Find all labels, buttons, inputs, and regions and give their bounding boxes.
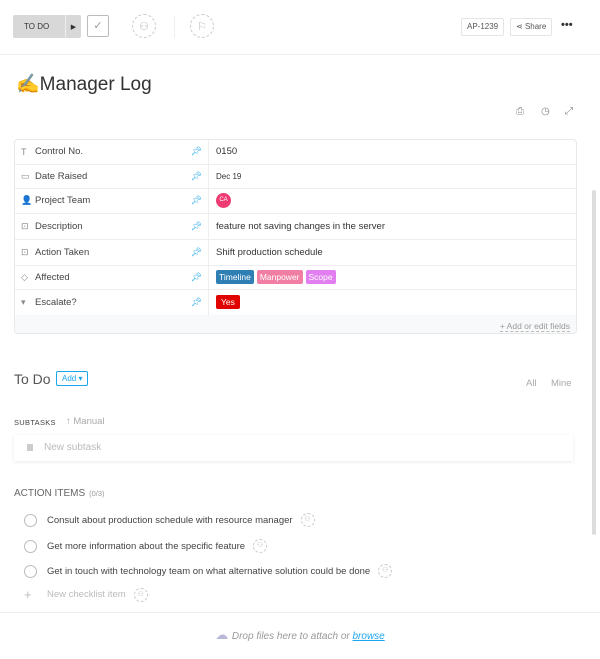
pin-icon[interactable]: 📌︎	[191, 272, 202, 283]
item-text[interactable]: Get in touch with technology team on wha…	[47, 566, 370, 577]
text-area-icon: ⊡	[21, 220, 29, 231]
subtasks-heading: SUBTASKS	[14, 418, 56, 427]
tag-manpower[interactable]: Manpower	[256, 270, 303, 285]
field-label: Action Taken	[35, 246, 90, 258]
tag-scope[interactable]: Scope	[305, 270, 336, 285]
escalate-yes-badge[interactable]: Yes	[216, 295, 240, 310]
field-row-project-team[interactable]: 👤 Project Team 📌︎ CA	[15, 189, 576, 214]
tag-timeline[interactable]: Timeline	[216, 270, 254, 285]
item-text[interactable]: Get more information about the specific …	[47, 541, 245, 552]
complete-checkbox[interactable]: ✓	[87, 15, 109, 37]
status-button[interactable]: TO DO ▶	[13, 15, 81, 38]
avatar[interactable]: CA	[216, 193, 231, 209]
item-text[interactable]: Consult about production schedule with r…	[47, 515, 293, 526]
assign-icon[interactable]: ⚇	[133, 587, 148, 602]
more-options-icon[interactable]: •••	[561, 19, 573, 31]
field-label: Control No.	[35, 146, 84, 158]
action-items-heading: ACTION ITEMS (0/3)	[14, 488, 105, 499]
checklist-item[interactable]: Get more information about the specific …	[24, 539, 268, 553]
field-row-escalate[interactable]: ▾ Escalate? 📌︎ Yes	[15, 290, 576, 315]
pin-icon[interactable]: 📌︎	[191, 195, 202, 206]
field-row-description[interactable]: ⊡ Description 📌︎ feature not saving changes…	[15, 213, 576, 240]
share-button[interactable]: ⋖ Share	[510, 18, 553, 36]
field-row-affected[interactable]: ◇ Affected 📌︎ Timeline Manpower Scope	[15, 265, 576, 290]
share-label: Share	[524, 22, 547, 31]
field-row-control-no[interactable]: T Control No. 📌︎ 0150	[15, 140, 576, 165]
page-title[interactable]: ✍️Manager Log	[16, 72, 152, 96]
checklist-radio[interactable]	[24, 513, 37, 527]
custom-fields-table: T Control No. 📌︎ 0150 ▭ Date Raised 📌︎ Dec 19 …	[14, 139, 577, 334]
new-subtask-input[interactable]: New subtask	[14, 435, 573, 461]
pin-icon[interactable]: 📌︎	[191, 247, 202, 258]
filter-all[interactable]: All	[526, 378, 537, 389]
field-value[interactable]: Shift production schedule	[209, 247, 323, 258]
text-field-icon: T	[21, 146, 27, 157]
new-item-input[interactable]: New checklist item	[47, 589, 126, 600]
scrollbar[interactable]	[592, 190, 596, 535]
field-value[interactable]: Dec 19	[209, 172, 241, 181]
status-label: TO DO	[24, 22, 50, 31]
checklist-radio[interactable]	[24, 564, 37, 578]
checklist-item[interactable]: Consult about production schedule with r…	[24, 513, 315, 527]
add-edit-fields-link[interactable]: + Add or edit fields	[499, 320, 570, 332]
assign-icon[interactable]: ⚇	[253, 539, 268, 553]
fields-footer: + Add or edit fields	[15, 314, 576, 333]
field-value[interactable]: feature not saving changes in the server	[209, 221, 385, 232]
writing-hand-icon: ✍️	[16, 74, 40, 95]
filter-mine[interactable]: Mine	[551, 378, 572, 389]
task-toolbar: TO DO ▶ ✓ ⚇ ⚐ AP-1239 ⋖ Share •••	[0, 0, 600, 55]
new-checklist-item[interactable]: + New checklist item ⚇	[24, 587, 148, 602]
priority-flag-icon[interactable]: ⚐	[190, 14, 214, 38]
cloud-upload-icon: ☁	[215, 627, 232, 642]
attachment-dropzone[interactable]: ☁ Drop files here to attach or browse	[0, 612, 600, 650]
action-items-count: (0/3)	[89, 489, 105, 498]
drop-text: Drop files here to attach or	[231, 631, 353, 642]
field-label: Escalate?	[35, 296, 77, 308]
tag-icon: ◇	[21, 271, 28, 282]
plus-icon: +	[24, 587, 32, 602]
field-label: Date Raised	[35, 170, 88, 182]
field-row-date-raised[interactable]: ▭ Date Raised 📌︎ Dec 19	[15, 164, 576, 189]
add-button[interactable]: Add ▾	[56, 371, 89, 386]
field-label: Description	[35, 220, 83, 232]
pin-icon[interactable]: 📌︎	[191, 146, 202, 157]
action-items-title: ACTION ITEMS	[14, 488, 86, 499]
sort-manual[interactable]: ↑ Manual	[66, 416, 105, 427]
browse-link[interactable]: browse	[353, 631, 385, 642]
status-next-icon[interactable]: ▶	[65, 15, 81, 38]
share-icon: ⋖	[516, 22, 525, 31]
dropdown-icon: ▾	[21, 296, 26, 307]
text-area-icon: ⊡	[21, 246, 29, 257]
assign-icon[interactable]: ⚇	[378, 564, 393, 578]
history-icon[interactable]: ◷	[541, 106, 550, 117]
person-icon: 👤	[21, 195, 33, 206]
checklist-item[interactable]: Get in touch with technology team on wha…	[24, 564, 393, 578]
expand-icon[interactable]: ⤢	[565, 106, 573, 117]
pin-icon[interactable]: 📌︎	[191, 297, 202, 308]
task-id-badge[interactable]: AP-1239	[461, 18, 505, 36]
checklist-radio[interactable]	[24, 539, 37, 553]
print-icon[interactable]: ⎙	[516, 106, 524, 117]
pin-icon[interactable]: 📌︎	[191, 221, 202, 232]
field-row-action-taken[interactable]: ⊡ Action Taken 📌︎ Shift production schedule	[15, 239, 576, 266]
todo-heading: To Do	[14, 371, 51, 387]
pin-icon[interactable]: 📌︎	[191, 171, 202, 182]
divider	[174, 16, 175, 38]
title-text: Manager Log	[39, 74, 152, 95]
assign-icon[interactable]: ⚇	[300, 513, 315, 527]
field-label: Affected	[35, 271, 70, 283]
calendar-icon: ▭	[21, 170, 30, 181]
assignees-add-icon[interactable]: ⚇	[132, 14, 156, 38]
field-value[interactable]: 0150	[209, 146, 237, 157]
field-label: Project Team	[35, 195, 91, 207]
